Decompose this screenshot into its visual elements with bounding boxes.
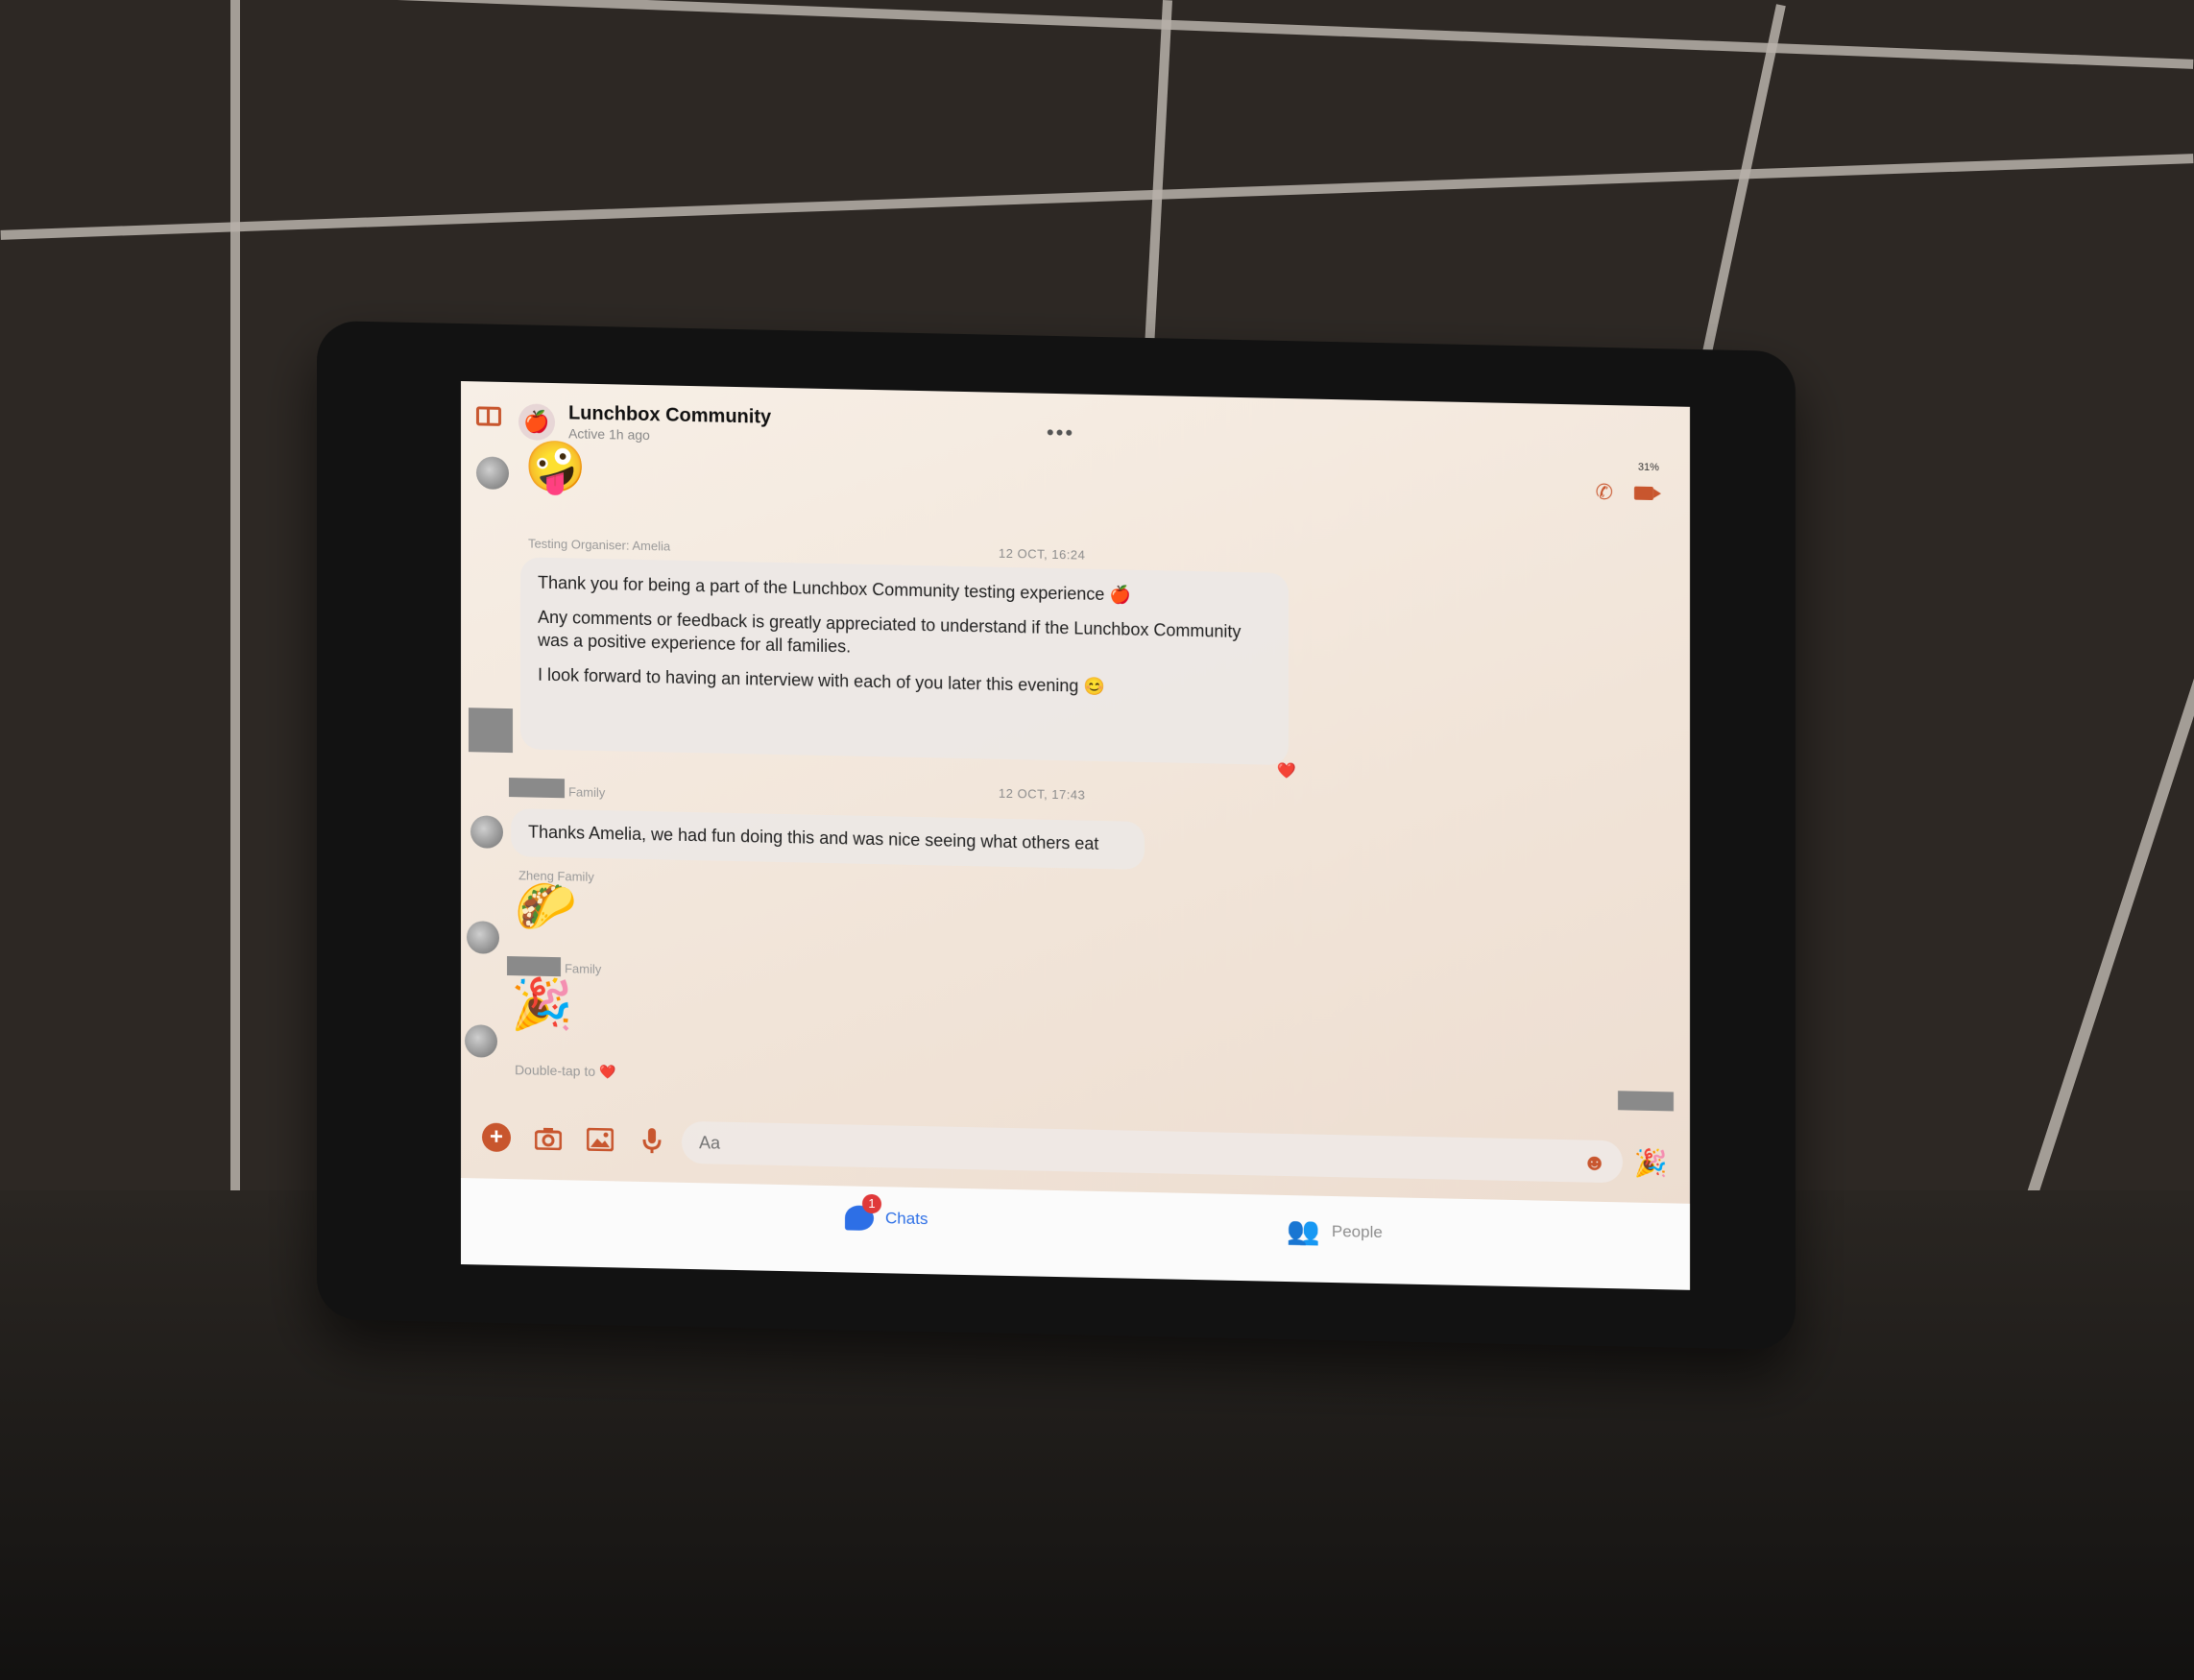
people-icon: 👥	[1287, 1215, 1320, 1246]
emoji-message: 🎉	[511, 976, 573, 1034]
video-call-icon[interactable]	[1634, 486, 1653, 501]
sidebar-toggle-icon[interactable]	[476, 406, 501, 426]
message-line: Any comments or feedback is greatly appr…	[538, 607, 1242, 657]
photo-gallery-icon[interactable]	[586, 1125, 615, 1155]
camera-icon[interactable]	[534, 1124, 563, 1154]
message-timestamp: 12 OCT, 16:24	[999, 545, 1086, 563]
phone-call-icon[interactable]: ✆	[1596, 480, 1613, 505]
microphone-icon[interactable]	[638, 1126, 666, 1156]
heart-reaction[interactable]: ❤️	[1277, 761, 1296, 780]
tab-chats[interactable]: 1 Chats	[845, 1193, 928, 1232]
tab-people-label: People	[1331, 1221, 1383, 1241]
group-avatar[interactable]: 🍎	[518, 403, 555, 442]
member-avatar[interactable]	[467, 921, 499, 954]
messenger-screen: 🍎 Lunchbox Community Active 1h ago ••• 3…	[461, 381, 1690, 1290]
party-popper-icon[interactable]: 🎉	[1634, 1147, 1668, 1180]
emoji-message: 🌮	[515, 878, 577, 936]
member-avatar[interactable]	[470, 815, 503, 849]
double-tap-hint: Double-tap to ❤️	[515, 1062, 616, 1080]
chat-header: 🍎 Lunchbox Community Active 1h ago ••• 3…	[461, 381, 1690, 504]
sender-name: Testing Organiser: Amelia	[528, 536, 671, 554]
message-line: I look forward to having an interview wi…	[538, 664, 1105, 697]
member-avatar[interactable]	[476, 456, 509, 491]
message-timestamp: 12 OCT, 17:43	[999, 785, 1086, 803]
tab-chats-label: Chats	[885, 1209, 928, 1229]
redacted-name	[507, 956, 561, 977]
battery-status: 31%	[1637, 461, 1659, 474]
sender-name: Family	[565, 961, 602, 977]
organiser-avatar-redacted[interactable]	[469, 708, 513, 754]
unread-badge: 1	[862, 1193, 881, 1214]
member-avatar[interactable]	[465, 1024, 497, 1058]
tile-grout	[0, 154, 2194, 240]
chat-bubble-icon: 1	[845, 1193, 881, 1232]
tile-grout	[230, 0, 240, 1200]
tile-grout	[0, 0, 2194, 69]
ipad-device: 🍎 Lunchbox Community Active 1h ago ••• 3…	[317, 320, 1796, 1351]
tab-people[interactable]: 👥 People	[1287, 1214, 1383, 1248]
message-input[interactable]	[682, 1120, 1623, 1184]
emoji-message: 🤪	[524, 439, 587, 496]
message-bubble[interactable]: Thank you for being a part of the Lunchb…	[520, 557, 1289, 766]
sender-name: Family	[568, 784, 606, 801]
add-icon[interactable]: +	[482, 1122, 511, 1153]
emoji-picker-icon[interactable]: ☻	[1582, 1149, 1606, 1177]
more-options-icon[interactable]: •••	[1047, 420, 1074, 446]
message-line: Thank you for being a part of the Lunchb…	[538, 572, 1131, 605]
redacted-name	[509, 778, 565, 799]
message-bubble[interactable]: Thanks Amelia, we had fun doing this and…	[511, 808, 1145, 870]
bottom-tab-bar: 1 Chats 👥 People	[461, 1178, 1690, 1290]
group-name[interactable]: Lunchbox Community	[568, 402, 771, 428]
redacted-read-receipt	[1618, 1091, 1674, 1112]
